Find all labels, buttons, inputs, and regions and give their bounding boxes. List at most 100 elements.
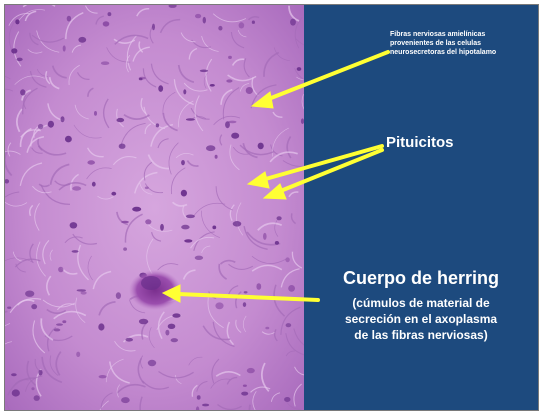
nucleus-texture <box>241 391 249 396</box>
nucleus-texture <box>107 12 112 17</box>
nucleus-texture <box>238 22 245 29</box>
label-herring-description: (cúmulos de material de secreción en el … <box>344 296 498 342</box>
nucleus-texture <box>218 25 223 31</box>
nucleus-texture <box>147 359 157 367</box>
nucleus-texture <box>116 117 125 123</box>
nucleus-texture <box>111 191 117 196</box>
nucleus-texture <box>285 323 292 328</box>
slide: Fibras nerviosas amielínicas proveniente… <box>0 0 544 416</box>
slide-frame <box>4 4 539 411</box>
nucleus-texture <box>199 69 208 73</box>
nucleus-texture <box>98 323 105 331</box>
nucleus-texture <box>53 328 61 332</box>
nucleus-texture <box>15 19 20 25</box>
nucleus-texture <box>91 181 96 187</box>
nucleus-texture <box>65 135 72 143</box>
nucleus-texture <box>78 36 87 43</box>
nucleus-texture <box>123 247 127 251</box>
nucleus-texture <box>215 302 224 310</box>
nucleus-texture <box>196 395 201 400</box>
nucleus-texture <box>80 291 87 295</box>
nucleus-texture <box>58 266 64 273</box>
nucleus-texture <box>11 389 20 397</box>
nucleus-texture <box>185 214 195 219</box>
nucleus-texture <box>284 397 291 402</box>
nucleus-texture <box>20 89 26 96</box>
nucleus-texture <box>183 89 187 95</box>
nucleus-texture <box>144 186 149 190</box>
nucleus-texture <box>31 387 35 391</box>
nucleus-texture <box>69 222 78 229</box>
nucleus-texture <box>256 283 262 290</box>
nucleus-texture <box>160 223 164 231</box>
nucleus-texture <box>206 145 216 152</box>
nucleus-texture <box>165 329 170 336</box>
nucleus-texture <box>25 290 35 297</box>
nucleus-texture <box>71 250 79 253</box>
nucleus-texture <box>184 239 193 243</box>
nucleus-texture <box>257 142 264 150</box>
nucleus-texture <box>31 304 38 310</box>
nucleus-texture <box>121 220 129 224</box>
nucleus-texture <box>7 306 12 309</box>
nucleus-texture <box>242 384 247 387</box>
histology-micrograph <box>5 5 304 410</box>
nucleus-texture <box>170 338 178 343</box>
annotation-panel <box>304 5 538 410</box>
nucleus-texture <box>87 160 95 165</box>
nucleus-texture <box>62 320 67 324</box>
nucleus-texture <box>37 123 44 130</box>
nucleus-texture <box>181 160 185 166</box>
nucleus-texture <box>94 111 97 116</box>
nucleus-texture <box>158 85 164 92</box>
label-pituicitos: Pituicitos <box>386 134 454 151</box>
nucleus-texture <box>195 13 202 19</box>
nucleus-texture <box>288 285 295 292</box>
nucleus-texture <box>98 375 107 379</box>
nucleus-texture <box>242 302 247 307</box>
nucleus-texture <box>167 323 176 329</box>
nucleus-texture <box>11 373 17 377</box>
nucleus-texture <box>276 216 282 221</box>
nucleus-texture <box>290 18 296 26</box>
nucleus-texture <box>100 61 110 65</box>
nucleus-texture <box>251 20 255 24</box>
nucleus-texture <box>76 351 81 357</box>
nucleus-texture <box>115 292 121 299</box>
nucleus-texture <box>76 289 87 292</box>
micrograph-image <box>5 5 304 410</box>
nucleus-texture <box>72 186 82 191</box>
nucleus-texture <box>11 48 18 54</box>
nucleus-texture <box>274 241 279 245</box>
nucleus-texture <box>172 313 181 318</box>
herring-body <box>129 270 181 310</box>
nucleus-texture <box>212 225 217 230</box>
nucleus-texture <box>246 367 255 374</box>
nucleus-texture <box>185 118 195 121</box>
nucleus-texture <box>47 120 55 128</box>
nucleus-texture <box>102 21 110 27</box>
nucleus-texture <box>245 87 253 94</box>
nucleus-texture <box>33 395 40 401</box>
nucleus-texture <box>194 255 204 260</box>
nucleus-texture <box>152 23 155 31</box>
nucleus-texture <box>180 189 187 197</box>
nucleus-texture <box>232 221 242 227</box>
nucleus-texture <box>296 67 302 71</box>
nucleus-texture <box>132 206 142 212</box>
nucleus-texture <box>285 257 290 263</box>
nucleus-texture <box>226 79 233 83</box>
nucleus-texture <box>228 55 232 60</box>
nucleus-texture <box>60 116 65 123</box>
nucleus-texture <box>214 154 218 159</box>
nucleus-texture <box>56 323 63 326</box>
nucleus-texture <box>225 121 230 129</box>
nucleus-texture <box>138 77 143 81</box>
nucleus-texture <box>38 369 43 376</box>
nucleus-texture <box>181 224 190 230</box>
nucleus-texture <box>231 132 240 139</box>
nucleus-texture <box>118 143 126 149</box>
nucleus-texture <box>155 123 160 128</box>
nucleus-texture <box>145 219 152 225</box>
nucleus-texture <box>66 15 72 22</box>
